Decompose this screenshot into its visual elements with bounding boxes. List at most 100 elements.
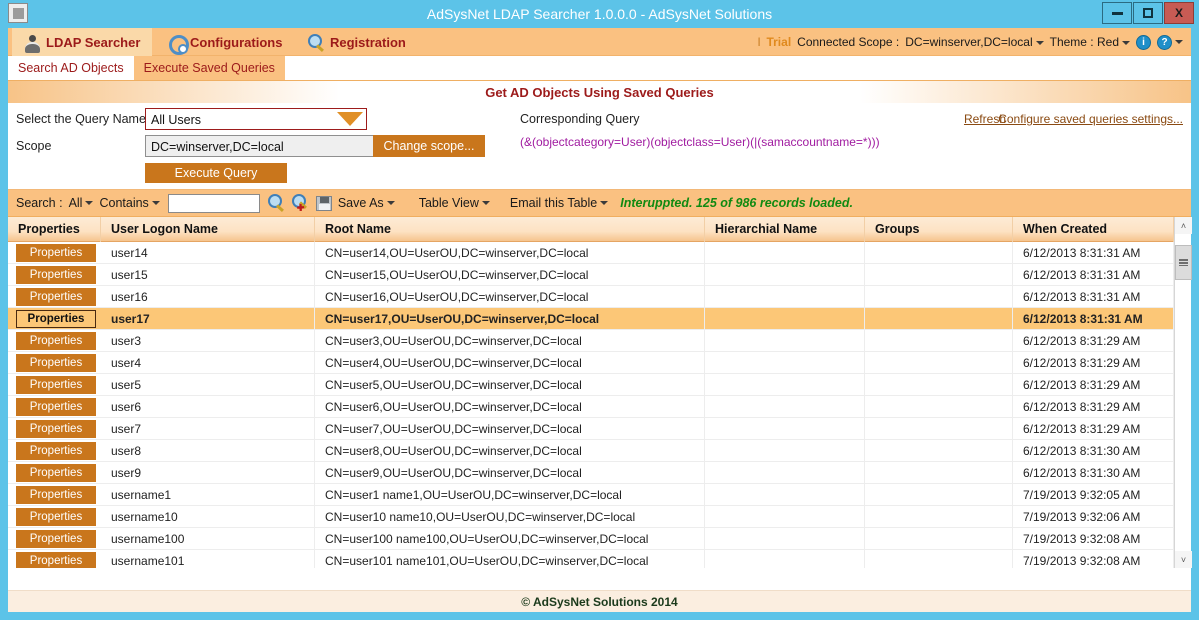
properties-button[interactable]: Properties — [16, 265, 96, 284]
grid-cell-logon: username1 — [101, 483, 315, 506]
table-row[interactable]: Properties username10 CN=user10 name10,OU=… — [8, 505, 1191, 528]
maximize-button[interactable] — [1133, 2, 1163, 24]
minimize-icon — [1111, 11, 1123, 15]
properties-button[interactable]: Properties — [16, 287, 96, 306]
properties-button[interactable]: Properties — [16, 463, 96, 482]
minimize-button[interactable] — [1102, 2, 1132, 24]
grid-cell-logon: user4 — [101, 351, 315, 374]
table-row[interactable]: Properties user7 CN=user7,OU=UserOU,DC=win… — [8, 417, 1191, 440]
properties-button[interactable]: Properties — [16, 485, 96, 504]
find-icon[interactable] — [267, 194, 286, 212]
copyright-text: © AdSysNet Solutions 2014 — [521, 594, 678, 609]
grid-cell-hier — [705, 549, 865, 568]
properties-button[interactable]: Properties — [16, 441, 96, 460]
tab-registration[interactable]: Registration — [296, 28, 418, 56]
theme-dropdown[interactable]: Theme : Red — [1050, 35, 1130, 49]
search-scope-value: All — [68, 196, 83, 210]
grid-column-header[interactable]: Root Name — [315, 216, 705, 242]
properties-button[interactable]: Properties — [16, 551, 96, 568]
table-row[interactable]: Properties user17 CN=user17,OU=UserOU,DC=w… — [8, 307, 1191, 330]
grid-cell-groups — [865, 505, 1013, 528]
change-scope-button[interactable]: Change scope... — [373, 135, 485, 157]
floppy-disk-icon — [315, 195, 332, 211]
grid-cell-hier — [705, 395, 865, 418]
help-dropdown[interactable]: ? — [1157, 34, 1183, 50]
grid-cell-properties: Properties — [8, 462, 101, 484]
table-row[interactable]: Properties user5 CN=user5,OU=UserOU,DC=win… — [8, 373, 1191, 396]
query-name-combo[interactable]: All Users — [145, 108, 367, 130]
properties-button[interactable]: Properties — [16, 353, 96, 372]
scroll-down-button[interactable]: ˅ — [1175, 551, 1192, 568]
maximize-icon — [1143, 8, 1153, 18]
footer-bar: © AdSysNet Solutions 2014 — [8, 590, 1191, 612]
table-row[interactable]: Properties user15 CN=user15,OU=UserOU,DC=w… — [8, 263, 1191, 286]
tab-ldap-searcher[interactable]: LDAP Searcher — [12, 28, 153, 57]
table-row[interactable]: Properties user3 CN=user3,OU=UserOU,DC=win… — [8, 329, 1191, 352]
table-row[interactable]: Properties user4 CN=user4,OU=UserOU,DC=win… — [8, 351, 1191, 374]
properties-button[interactable]: Properties — [16, 309, 96, 328]
properties-button[interactable]: Properties — [16, 243, 96, 262]
scrollbar-thumb[interactable] — [1175, 245, 1192, 280]
grid-column-header[interactable]: When Created — [1013, 216, 1174, 242]
grid-column-header[interactable]: Properties — [8, 216, 101, 242]
grid-cell-properties: Properties — [8, 528, 101, 550]
tab-ldap-searcher-label: LDAP Searcher — [46, 34, 141, 50]
tab-registration-label: Registration — [330, 34, 406, 50]
ribbon-tabstrip: LDAP Searcher Configurations Registratio… — [8, 28, 1191, 57]
properties-button[interactable]: Properties — [16, 529, 96, 548]
table-row[interactable]: Properties username100 CN=user100 name100,… — [8, 527, 1191, 550]
grid-cell-groups — [865, 242, 1013, 264]
properties-button[interactable]: Properties — [16, 375, 96, 394]
subtab-filler — [284, 56, 1191, 80]
grid-cell-logon: user7 — [101, 417, 315, 440]
grid-cell-created: 7/19/2013 9:32:08 AM — [1013, 527, 1174, 550]
close-button[interactable]: X — [1164, 2, 1194, 24]
scope-field[interactable]: DC=winserver,DC=local — [145, 135, 377, 157]
grid-cell-properties: Properties — [8, 264, 101, 286]
info-icon[interactable]: i — [1136, 34, 1151, 50]
subtab-search-ad-objects[interactable]: Search AD Objects — [8, 56, 134, 80]
grid-column-header[interactable]: User Logon Name — [101, 216, 315, 242]
properties-button[interactable]: Properties — [16, 397, 96, 416]
table-row[interactable]: Properties user14 CN=user14,OU=UserOU,DC=w… — [8, 242, 1191, 264]
save-as-dropdown[interactable]: Save As — [338, 196, 395, 210]
table-row[interactable]: Properties username1 CN=user1 name1,OU=Use… — [8, 483, 1191, 506]
table-row[interactable]: Properties user16 CN=user16,OU=UserOU,DC=w… — [8, 285, 1191, 308]
scroll-up-button[interactable]: ˄ — [1175, 217, 1192, 234]
properties-button[interactable]: Properties — [16, 331, 96, 350]
grip-icon — [1179, 259, 1188, 266]
table-row[interactable]: Properties username101 CN=user101 name101,… — [8, 549, 1191, 568]
grid-cell-properties: Properties — [8, 440, 101, 462]
properties-button[interactable]: Properties — [16, 419, 96, 438]
application-window: AdSysNet LDAP Searcher 1.0.0.0 - AdSysNe… — [0, 0, 1199, 620]
search-input[interactable] — [167, 193, 260, 213]
grid-cell-root: CN=user3,OU=UserOU,DC=winserver,DC=local — [315, 329, 705, 352]
tab-configurations[interactable]: Configurations — [156, 28, 294, 56]
grid-column-header[interactable]: Groups — [865, 216, 1013, 242]
subtab-execute-saved-queries[interactable]: Execute Saved Queries — [134, 56, 285, 80]
grid-cell-properties: Properties — [8, 242, 101, 264]
configure-saved-queries-link[interactable]: Configure saved queries settings... — [998, 112, 1183, 126]
grid-cell-groups — [865, 263, 1013, 286]
table-row[interactable]: Properties user8 CN=user8,OU=UserOU,DC=win… — [8, 439, 1191, 462]
grid-cell-groups — [865, 549, 1013, 568]
scope-value: DC=winserver,DC=local — [151, 140, 284, 154]
results-grid: Properties User Logon Name Root Name Hierar… — [8, 216, 1192, 568]
grid-cell-hier — [705, 351, 865, 374]
table-row[interactable]: Properties user6 CN=user6,OU=UserOU,DC=win… — [8, 395, 1191, 418]
execute-query-button[interactable]: Execute Query — [145, 163, 287, 183]
table-row[interactable]: Properties user9 CN=user9,OU=UserOU,DC=win… — [8, 461, 1191, 484]
table-view-dropdown[interactable]: Table View — [419, 196, 490, 210]
email-table-dropdown[interactable]: Email this Table — [510, 196, 609, 210]
properties-button[interactable]: Properties — [16, 507, 96, 526]
search-scope-dropdown[interactable]: All — [69, 196, 94, 210]
search-match-dropdown[interactable]: Contains — [99, 196, 160, 210]
connected-scope-dropdown[interactable]: DC=winserver,DC=local — [905, 35, 1044, 49]
tab-configurations-label: Configurations — [190, 34, 283, 50]
clear-search-icon[interactable] — [291, 194, 310, 212]
grid-cell-created: 7/19/2013 9:32:08 AM — [1013, 549, 1174, 568]
vertical-scrollbar[interactable]: ˄ ˅ — [1174, 217, 1192, 568]
grid-cell-groups — [865, 439, 1013, 462]
grid-cell-groups — [865, 373, 1013, 396]
grid-column-header[interactable]: Hierarchial Name — [705, 216, 865, 242]
